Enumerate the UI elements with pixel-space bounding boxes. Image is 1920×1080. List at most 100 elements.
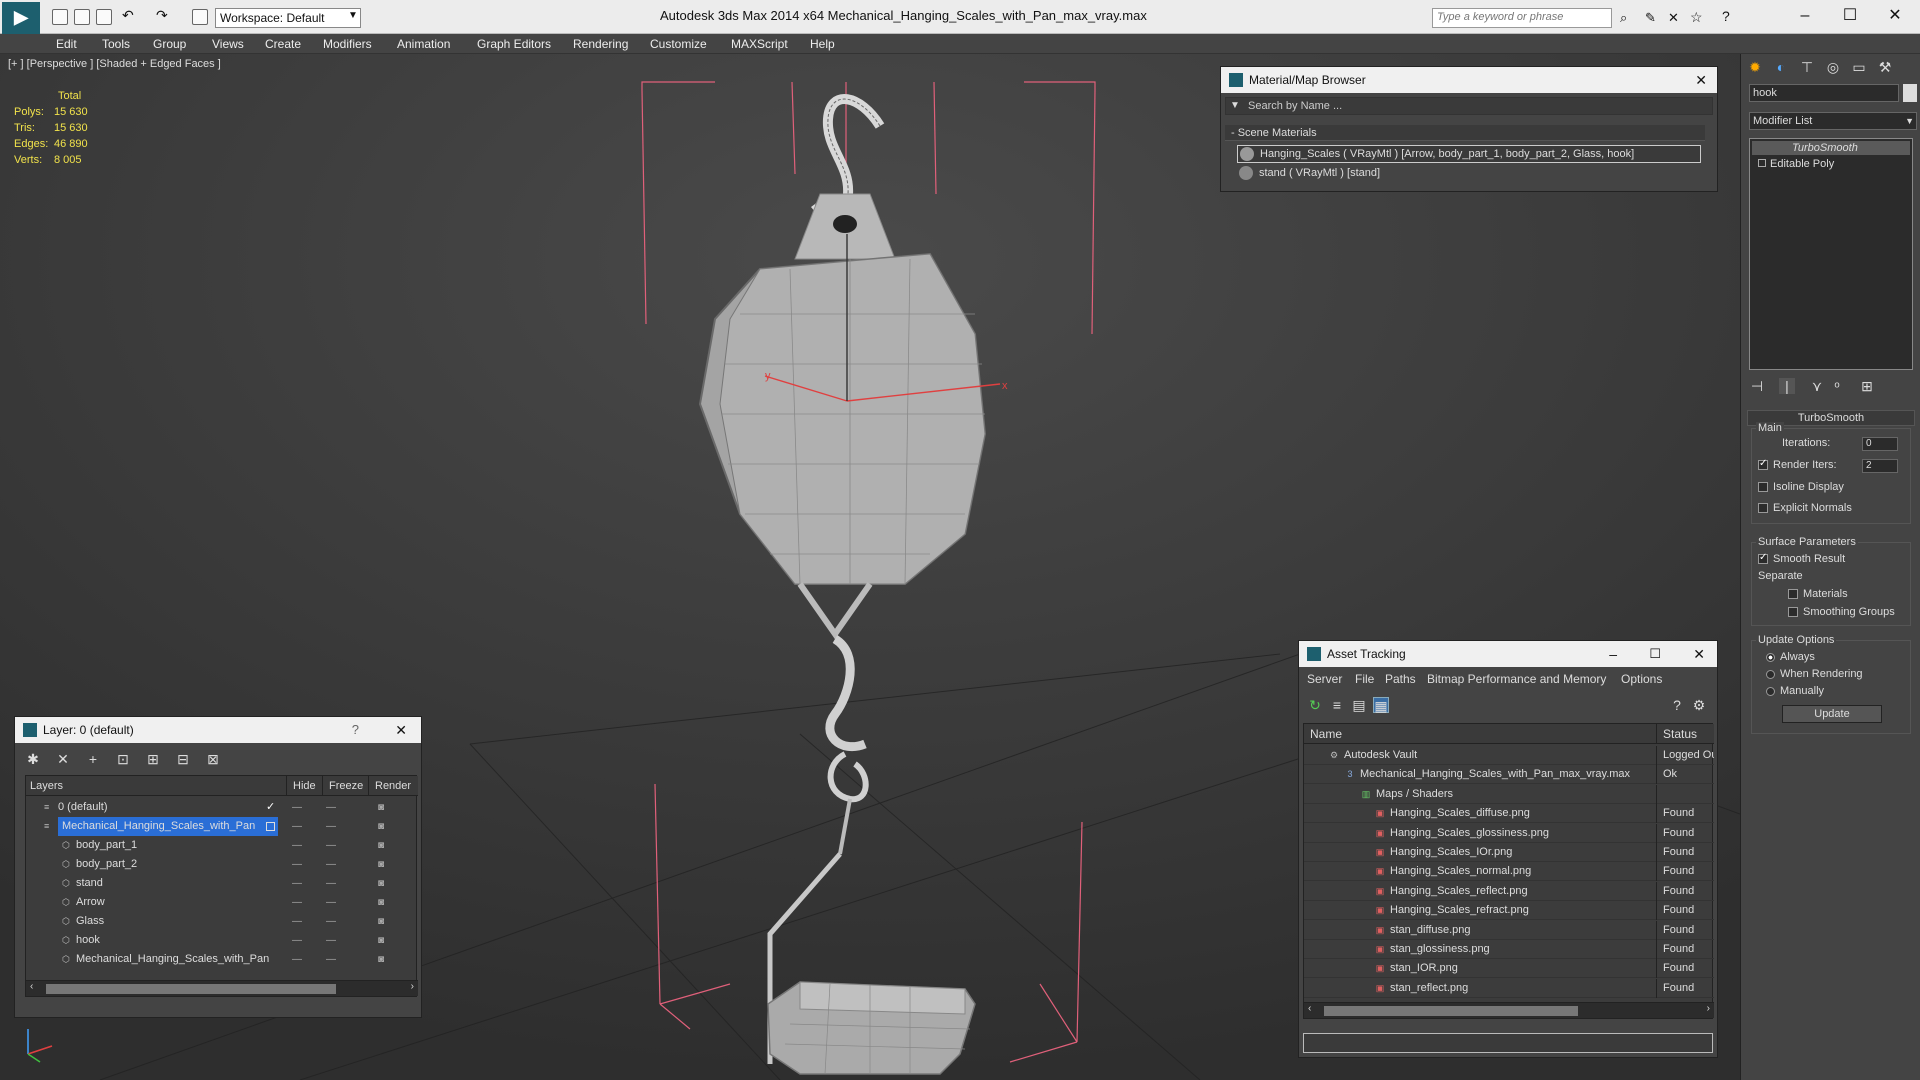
object-name-field[interactable]: hook (1749, 84, 1899, 102)
subscription-icon[interactable]: ✎ (1645, 10, 1656, 26)
explicit-normals-checkbox[interactable] (1758, 503, 1768, 514)
always-radio[interactable] (1766, 652, 1775, 662)
keyword-search-input[interactable]: Type a keyword or phrase (1432, 8, 1612, 28)
freeze-toggle-icon[interactable]: — (326, 798, 336, 817)
binoculars-icon[interactable]: ⌕ (1620, 10, 1627, 26)
column-render[interactable]: Render (368, 776, 411, 796)
motion-tab-icon[interactable]: ◎ (1825, 59, 1841, 75)
material-search-input[interactable]: Search by Name ... (1248, 100, 1342, 112)
asset-row[interactable]: ▣ stan_reflect.png Found (1304, 978, 1714, 998)
render-toggle-icon[interactable]: ◙ (378, 893, 384, 912)
hide-toggle-icon[interactable]: — (292, 912, 302, 931)
layer-row[interactable]: ⬡ Glass — — ◙ (26, 912, 418, 931)
viewport-label[interactable]: [+ ] [Perspective ] [Shaded + Edged Face… (8, 58, 221, 70)
material-item[interactable]: stand ( VRayMtl ) [stand] (1237, 165, 1701, 183)
freeze-toggle-icon[interactable]: — (326, 855, 336, 874)
utilities-tab-icon[interactable]: ⚒ (1877, 59, 1893, 75)
hierarchy-tab-icon[interactable]: ⊤ (1799, 59, 1815, 75)
manually-radio[interactable] (1766, 686, 1775, 696)
render-toggle-icon[interactable]: ◙ (378, 836, 384, 855)
highlight-layer-icon[interactable]: ⊞ (145, 751, 161, 767)
when-rendering-radio[interactable] (1766, 669, 1775, 679)
isoline-checkbox[interactable] (1758, 482, 1768, 493)
render-iters-spinner[interactable]: 2 (1862, 459, 1898, 473)
close-button[interactable]: ✕ (1693, 641, 1705, 667)
smoothing-groups-checkbox[interactable] (1788, 607, 1798, 618)
asset-menu-options[interactable]: Options (1621, 669, 1662, 689)
redo-icon[interactable]: ↷ (156, 7, 172, 23)
add-to-layer-icon[interactable]: + (85, 751, 101, 767)
asset-row[interactable]: ▥ Maps / Shaders (1304, 784, 1714, 804)
expand-icon[interactable] (1758, 159, 1766, 167)
remove-modifier-icon[interactable]: ᵒ (1829, 378, 1845, 394)
material-item[interactable]: Hanging_Scales ( VRayMtl ) [Arrow, body_… (1237, 145, 1701, 163)
render-toggle-icon[interactable]: ◙ (378, 798, 384, 817)
layer-row[interactable]: ⬡ stand — — ◙ (26, 874, 418, 893)
layer-row[interactable]: ⬡ Arrow — — ◙ (26, 893, 418, 912)
freeze-toggle-icon[interactable]: — (326, 931, 336, 950)
menu-views[interactable]: Views (212, 37, 244, 51)
maximize-button[interactable]: ☐ (1649, 641, 1661, 667)
delete-layer-icon[interactable]: ✕ (55, 751, 71, 767)
menu-create[interactable]: Create (265, 37, 301, 51)
hide-toggle-icon[interactable]: — (292, 950, 302, 969)
make-unique-icon[interactable]: ⋎ (1809, 378, 1825, 394)
render-toggle-icon[interactable]: ◙ (378, 817, 384, 836)
render-toggle-icon[interactable]: ◙ (378, 950, 384, 969)
object-color-swatch[interactable] (1903, 84, 1917, 102)
asset-row[interactable]: ▣ Hanging_Scales_refract.png Found (1304, 901, 1714, 921)
scroll-right-icon[interactable]: › (1707, 1003, 1710, 1014)
stack-item-turbosmooth[interactable]: TurboSmooth (1752, 141, 1910, 155)
hide-toggle-icon[interactable]: — (292, 874, 302, 893)
asset-menu-server[interactable]: Server (1307, 669, 1342, 689)
layer-row[interactable]: ≡ Mechanical_Hanging_Scales_with_Pan — — ◙ (26, 817, 418, 836)
layer-row[interactable]: ⬡ body_part_1 — — ◙ (26, 836, 418, 855)
filter-icon[interactable]: ▼ (1230, 100, 1240, 111)
hide-all-icon[interactable]: ⊟ (175, 751, 191, 767)
render-toggle-icon[interactable]: ◙ (378, 912, 384, 931)
asset-menu-paths[interactable]: Paths (1385, 669, 1416, 689)
materials-checkbox[interactable] (1788, 589, 1798, 600)
scroll-left-icon[interactable]: ‹ (1308, 1003, 1311, 1014)
pin-stack-icon[interactable]: ⊣ (1749, 378, 1765, 394)
asset-menu-bitmap[interactable]: Bitmap Performance and Memory (1427, 669, 1606, 689)
chevron-down-icon[interactable]: ▼ (1905, 113, 1914, 129)
render-toggle-icon[interactable]: ◙ (378, 874, 384, 893)
menu-modifiers[interactable]: Modifiers (323, 37, 372, 51)
select-objects-icon[interactable]: ⊡ (115, 751, 131, 767)
render-toggle-icon[interactable]: ◙ (378, 855, 384, 874)
maximize-button[interactable]: ☐ (1830, 4, 1870, 28)
create-tab-icon[interactable]: ✹ (1747, 59, 1763, 75)
column-layers[interactable]: Layers (30, 776, 63, 796)
close-button[interactable]: ✕ (1875, 4, 1915, 28)
asset-row[interactable]: ▣ stan_IOR.png Found (1304, 959, 1714, 979)
asset-row[interactable]: ▣ stan_diffuse.png Found (1304, 920, 1714, 940)
hide-toggle-icon[interactable]: — (292, 817, 302, 836)
minimize-button[interactable]: – (1785, 4, 1825, 28)
chevron-down-icon[interactable]: ▼ (348, 10, 358, 21)
hide-toggle-icon[interactable]: — (292, 855, 302, 874)
refresh-icon[interactable]: ↻ (1307, 697, 1323, 713)
freeze-toggle-icon[interactable]: — (326, 950, 336, 969)
undo-icon[interactable]: ↶ (122, 7, 138, 23)
asset-row[interactable]: 3 Mechanical_Hanging_Scales_with_Pan_max_… (1304, 765, 1714, 785)
list-view-icon[interactable]: ≡ (1329, 697, 1345, 713)
app-logo-icon[interactable]: ▶ (2, 2, 40, 34)
table-view-icon[interactable]: ▦ (1373, 697, 1389, 714)
active-layer-check-icon[interactable]: ✓ (266, 798, 275, 817)
modify-tab-icon[interactable]: ◐ (1773, 59, 1789, 75)
scene-materials-header[interactable]: - Scene Materials (1225, 125, 1705, 141)
menu-customize[interactable]: Customize (650, 37, 707, 51)
asset-menu-file[interactable]: File (1355, 669, 1374, 689)
iterations-spinner[interactable]: 0 (1862, 437, 1898, 451)
asset-path-field[interactable] (1303, 1033, 1713, 1053)
freeze-all-icon[interactable]: ⊠ (205, 751, 221, 767)
help-icon[interactable]: ? (1722, 8, 1730, 24)
set-active-layer-icon[interactable] (266, 822, 275, 831)
scroll-right-icon[interactable]: › (411, 981, 414, 992)
asset-row[interactable]: ▣ Hanging_Scales_reflect.png Found (1304, 881, 1714, 901)
scrollbar-thumb[interactable] (1324, 1006, 1578, 1016)
open-file-icon[interactable] (74, 9, 90, 25)
favorites-star-icon[interactable]: ☆ (1690, 9, 1703, 26)
horizontal-scrollbar[interactable]: ‹ › (26, 980, 418, 996)
